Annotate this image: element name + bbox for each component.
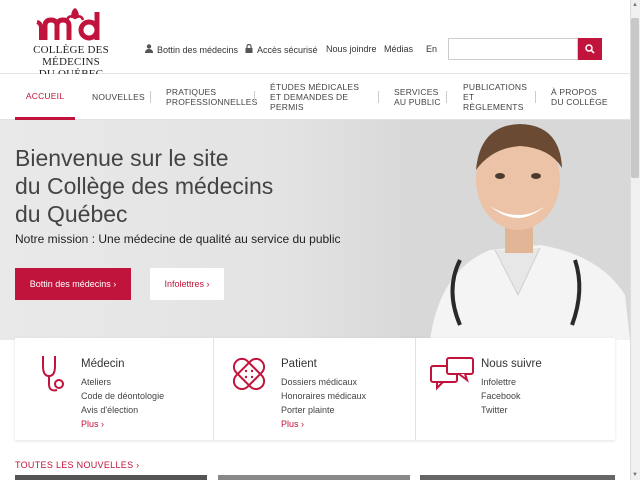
quick-links-panel: Médecin Ateliers Code de déontologie Avi… <box>15 338 615 440</box>
nav-item-label: ACCUEIL <box>25 90 65 101</box>
header: COLLÈGE DES MÉDECINS DU QUÉBEC Bottin de… <box>0 0 630 80</box>
search-button[interactable] <box>578 38 602 60</box>
bottin-button[interactable]: Bottin des médecins › <box>15 268 131 300</box>
nav-item-services[interactable]: SERVICES AU PUBLIC <box>394 74 446 120</box>
nav-item-etudes[interactable]: ÉTUDES MÉDICALES ET DEMANDES DE PERMIS <box>270 74 380 120</box>
all-news-link[interactable]: TOUTES LES NOUVELLES › <box>15 460 139 470</box>
nav-divider <box>150 91 151 103</box>
infolettres-button[interactable]: Infolettres › <box>150 268 224 300</box>
main-nav: ACCUEIL NOUVELLES PRATIQUES PROFESSIONNEL… <box>0 74 630 120</box>
card-more-link[interactable]: Plus › <box>281 417 366 431</box>
language-toggle-label: En <box>426 44 438 54</box>
util-link-bottin[interactable]: Bottin des médecins <box>145 44 238 55</box>
nav-item-nouvelles[interactable]: NOUVELLES <box>92 74 145 120</box>
util-link-bottin-label: Bottin des médecins <box>157 44 239 55</box>
card-links: Ateliers Code de déontologie Avis d'élec… <box>81 375 164 431</box>
scroll-down-arrow[interactable]: ▼ <box>630 470 640 480</box>
card-link-infolettre[interactable]: Infolettre <box>481 375 521 389</box>
nav-item-label: PROFESSIONNELLES <box>166 97 258 107</box>
nav-item-label: ET DEMANDES DE PERMIS <box>270 92 349 112</box>
nav-item-label: DU COLLÈGE <box>551 97 608 107</box>
card-link-dossiers[interactable]: Dossiers médicaux <box>281 375 366 389</box>
news-thumbnail[interactable] <box>15 475 207 480</box>
card-title: Nous suivre <box>481 358 542 370</box>
nav-item-label: PUBLICATIONS <box>463 82 528 92</box>
nav-item-pratiques[interactable]: PRATIQUES PROFESSIONNELLES <box>166 74 258 120</box>
hero-mission: Notre mission : Une médecine de qualité … <box>15 232 341 246</box>
lock-icon <box>245 43 253 55</box>
user-icon <box>145 44 153 55</box>
nav-divider <box>446 91 447 103</box>
language-toggle[interactable]: En <box>426 44 437 54</box>
card-links: Infolettre Facebook Twitter <box>481 375 521 417</box>
nav-item-label: NOUVELLES <box>92 92 145 102</box>
card-divider <box>213 338 214 440</box>
hero-title-line: du Collège des médecins <box>15 173 274 199</box>
card-title: Médecin <box>81 358 125 370</box>
hero-title-line: Bienvenue sur le site <box>15 145 229 171</box>
card-suivre: Nous suivre Infolettre Facebook Twitter <box>415 338 615 440</box>
card-link-facebook[interactable]: Facebook <box>481 389 521 403</box>
news-thumbnail[interactable] <box>420 475 615 480</box>
card-link-avis[interactable]: Avis d'élection <box>81 403 164 417</box>
nav-item-label: AU PUBLIC <box>394 97 441 107</box>
card-medecin: Médecin Ateliers Code de déontologie Avi… <box>15 338 215 440</box>
nav-item-label: À PROPOS <box>551 87 598 97</box>
nav-item-label: ET RÈGLEMENTS <box>463 92 524 112</box>
nav-item-label: SERVICES <box>394 87 439 97</box>
nav-item-label: ÉTUDES MÉDICALES <box>270 82 360 92</box>
hero-banner: Bienvenue sur le site du Collège des méd… <box>0 120 630 340</box>
card-link-plainte[interactable]: Porter plainte <box>281 403 366 417</box>
nav-item-accueil[interactable]: ACCUEIL <box>15 74 75 120</box>
card-patient: Patient Dossiers médicaux Honoraires méd… <box>215 338 415 440</box>
card-link-honoraires[interactable]: Honoraires médicaux <box>281 389 366 403</box>
util-link-acces-label: Accès sécurisé <box>257 44 318 55</box>
stethoscope-icon <box>42 356 64 392</box>
util-link-medias-label: Médias <box>384 44 414 54</box>
doctor-photo <box>400 120 630 340</box>
fleur-de-lis-logo <box>36 8 100 41</box>
news-thumbnail[interactable] <box>218 475 410 480</box>
card-more-link[interactable]: Plus › <box>81 417 164 431</box>
scroll-up-arrow[interactable]: ▲ <box>630 0 640 10</box>
nav-divider <box>254 91 255 103</box>
util-link-joindre-label: Nous joindre <box>326 44 377 54</box>
chat-bubbles-icon <box>430 357 474 391</box>
util-link-acces[interactable]: Accès sécurisé <box>245 43 318 55</box>
card-link-ateliers[interactable]: Ateliers <box>81 375 164 389</box>
logo-text-line1: COLLÈGE DES MÉDECINS <box>33 44 109 68</box>
card-links: Dossiers médicaux Honoraires médicaux Po… <box>281 375 366 431</box>
nav-divider <box>535 91 536 103</box>
bandage-icon <box>232 357 266 391</box>
scrollbar-thumb[interactable] <box>631 18 639 178</box>
card-link-code[interactable]: Code de déontologie <box>81 389 164 403</box>
search-input[interactable] <box>448 38 578 60</box>
logo[interactable]: COLLÈGE DES MÉDECINS DU QUÉBEC <box>10 8 132 80</box>
util-link-medias[interactable]: Médias <box>384 44 413 54</box>
hero-title-line: du Québec <box>15 201 128 227</box>
card-title: Patient <box>281 358 317 370</box>
nav-item-label: PRATIQUES <box>166 87 217 97</box>
nav-item-publications[interactable]: PUBLICATIONS ET RÈGLEMENTS <box>463 74 533 120</box>
hero-title: Bienvenue sur le site du Collège des méd… <box>15 144 315 228</box>
search-icon <box>585 44 595 54</box>
card-link-twitter[interactable]: Twitter <box>481 403 521 417</box>
nav-divider <box>378 91 379 103</box>
nav-item-apropos[interactable]: À PROPOS DU COLLÈGE <box>551 74 611 120</box>
util-link-joindre[interactable]: Nous joindre <box>326 44 377 54</box>
